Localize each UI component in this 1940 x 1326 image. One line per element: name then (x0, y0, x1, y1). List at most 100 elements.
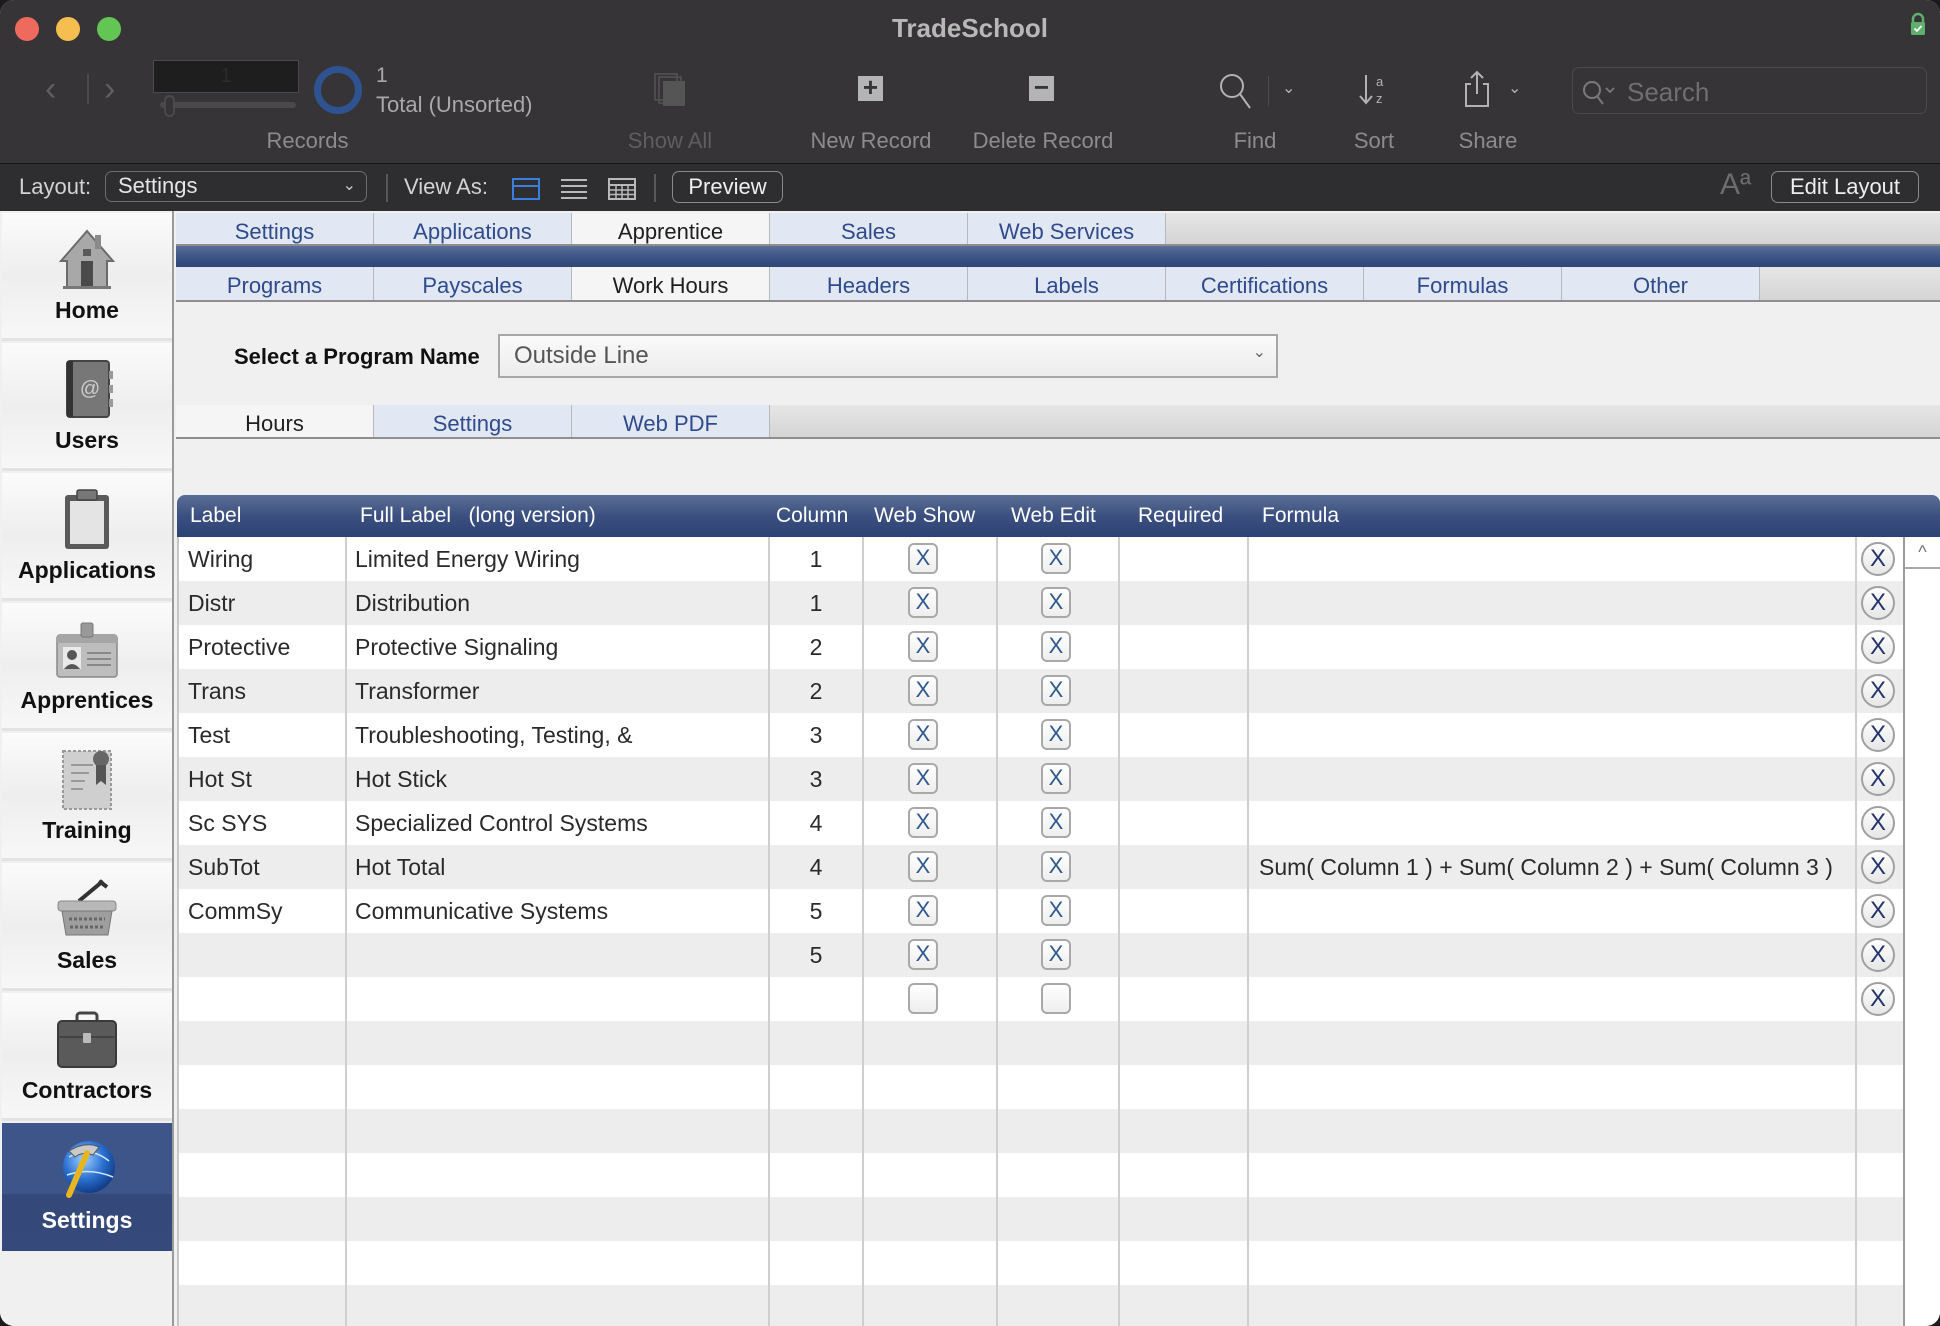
form-view-icon[interactable] (512, 178, 540, 200)
web-show-checkbox[interactable]: X (908, 675, 938, 706)
secondary-tab-formulas[interactable]: Formulas (1364, 267, 1562, 300)
delete-row-button[interactable]: X (1861, 938, 1895, 972)
delete-row-button[interactable]: X (1861, 850, 1895, 884)
edit-layout-button[interactable]: Edit Layout (1771, 171, 1919, 203)
show-all-icon[interactable] (654, 73, 688, 107)
delete-row-button[interactable]: X (1861, 586, 1895, 620)
label-cell[interactable]: Wiring (188, 546, 253, 573)
secondary-tab-certifications[interactable]: Certifications (1166, 267, 1364, 300)
full-label-cell[interactable]: Hot Total (355, 854, 445, 881)
column-header-label[interactable]: Label (190, 504, 241, 528)
column-cell[interactable]: 2 (769, 634, 863, 661)
column-cell[interactable]: 3 (769, 722, 863, 749)
secondary-tab-other[interactable]: Other (1562, 267, 1760, 300)
web-edit-checkbox[interactable]: X (1041, 543, 1071, 574)
sidebar-item-users[interactable]: @ Users (2, 343, 172, 471)
delete-row-button[interactable]: X (1861, 762, 1895, 796)
column-header-required[interactable]: Required (1138, 504, 1223, 528)
web-edit-checkbox[interactable]: X (1041, 675, 1071, 706)
show-all-button[interactable]: Show All (610, 128, 730, 154)
web-edit-checkbox[interactable]: X (1041, 895, 1071, 926)
column-cell[interactable]: 1 (769, 590, 863, 617)
web-edit-checkbox[interactable] (1041, 983, 1071, 1014)
full-label-cell[interactable]: Hot Stick (355, 766, 447, 793)
column-header-web-edit[interactable]: Web Edit (1011, 504, 1096, 528)
label-cell[interactable]: Distr (188, 590, 235, 617)
label-cell[interactable]: Test (188, 722, 230, 749)
web-show-checkbox[interactable]: X (908, 719, 938, 750)
label-cell[interactable]: Protective (188, 634, 290, 661)
share-icon[interactable] (1463, 70, 1491, 108)
previous-record-icon[interactable]: ‹ (45, 72, 56, 106)
primary-tab-apprentice[interactable]: Apprentice (572, 213, 770, 244)
secondary-tab-headers[interactable]: Headers (770, 267, 968, 300)
preview-button[interactable]: Preview (672, 171, 783, 203)
web-show-checkbox[interactable]: X (908, 587, 938, 618)
column-header-column[interactable]: Column (776, 504, 848, 528)
column-header-web-show[interactable]: Web Show (874, 504, 975, 528)
search-field[interactable]: Search (1572, 67, 1927, 114)
web-edit-checkbox[interactable]: X (1041, 587, 1071, 618)
web-show-checkbox[interactable]: X (908, 807, 938, 838)
program-name-select[interactable]: Outside Line ⌄ (498, 334, 1278, 378)
sidebar-item-training[interactable]: Training (2, 733, 172, 861)
delete-row-button[interactable]: X (1861, 894, 1895, 928)
web-edit-checkbox[interactable]: X (1041, 851, 1071, 882)
web-edit-checkbox[interactable]: X (1041, 719, 1071, 750)
sidebar-item-applications[interactable]: Applications (2, 473, 172, 601)
label-cell[interactable]: Trans (188, 678, 246, 705)
delete-row-button[interactable]: X (1861, 718, 1895, 752)
primary-tab-web-services[interactable]: Web Services (968, 213, 1166, 244)
scroll-up-arrow-icon[interactable]: ^ (1905, 537, 1940, 569)
find-button[interactable]: Find (1220, 128, 1290, 154)
web-show-checkbox[interactable]: X (908, 631, 938, 662)
find-dropdown-chevron-icon[interactable]: ⌄ (1282, 78, 1295, 98)
column-cell[interactable]: 4 (769, 810, 863, 837)
web-show-checkbox[interactable]: X (908, 895, 938, 926)
tertiary-tab-web-pdf[interactable]: Web PDF (572, 405, 770, 437)
record-slider[interactable] (160, 102, 296, 108)
share-dropdown-chevron-icon[interactable]: ⌄ (1508, 78, 1521, 98)
text-size-icon[interactable]: Aª (1720, 168, 1751, 202)
column-cell[interactable]: 3 (769, 766, 863, 793)
web-edit-checkbox[interactable]: X (1041, 939, 1071, 970)
delete-record-icon[interactable]: − (1029, 74, 1054, 101)
delete-row-button[interactable]: X (1861, 542, 1895, 576)
web-show-checkbox[interactable]: X (908, 763, 938, 794)
full-label-cell[interactable]: Communicative Systems (355, 898, 608, 925)
list-view-icon[interactable] (560, 178, 588, 200)
label-cell[interactable]: SubTot (188, 854, 260, 881)
current-record-field[interactable]: 1 (153, 60, 299, 93)
primary-tab-settings[interactable]: Settings (176, 213, 374, 244)
full-label-cell[interactable]: Specialized Control Systems (355, 810, 648, 837)
secondary-tab-payscales[interactable]: Payscales (374, 267, 572, 300)
delete-record-button[interactable]: Delete Record (963, 128, 1123, 154)
sidebar-item-sales[interactable]: Sales (2, 863, 172, 991)
web-edit-checkbox[interactable]: X (1041, 763, 1071, 794)
full-label-cell[interactable]: Transformer (355, 678, 479, 705)
tertiary-tab-hours[interactable]: Hours (176, 405, 374, 437)
full-label-cell[interactable]: Protective Signaling (355, 634, 558, 661)
web-edit-checkbox[interactable]: X (1041, 631, 1071, 662)
column-cell[interactable]: 1 (769, 546, 863, 573)
new-record-button[interactable]: New Record (800, 128, 942, 154)
web-show-checkbox[interactable]: X (908, 939, 938, 970)
column-header-full-label[interactable]: Full Label (long version) (360, 504, 596, 528)
column-header-formula[interactable]: Formula (1262, 504, 1339, 528)
sort-icon[interactable]: a z (1358, 72, 1390, 108)
sidebar-item-settings[interactable]: Settings (2, 1123, 172, 1251)
full-label-cell[interactable]: Limited Energy Wiring (355, 546, 580, 573)
sidebar-item-apprentices[interactable]: Apprentices (2, 603, 172, 731)
full-label-cell[interactable]: Distribution (355, 590, 470, 617)
delete-row-button[interactable]: X (1861, 806, 1895, 840)
sort-button[interactable]: Sort (1339, 128, 1409, 154)
secondary-tab-labels[interactable]: Labels (968, 267, 1166, 300)
column-cell[interactable]: 5 (769, 898, 863, 925)
layout-select[interactable]: Settings ⌄ (105, 171, 367, 202)
find-icon[interactable] (1218, 72, 1254, 112)
secondary-tab-programs[interactable]: Programs (176, 267, 374, 300)
delete-row-button[interactable]: X (1861, 982, 1895, 1016)
web-show-checkbox[interactable]: X (908, 851, 938, 882)
label-cell[interactable]: Sc SYS (188, 810, 267, 837)
table-view-icon[interactable] (608, 178, 636, 200)
